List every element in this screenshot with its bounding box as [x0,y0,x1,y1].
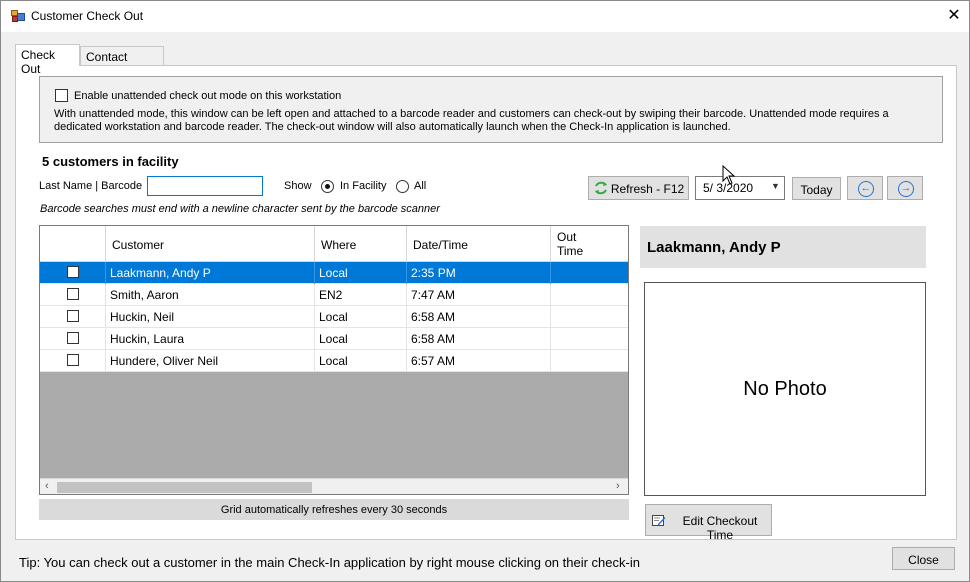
header-where[interactable]: Where [315,226,407,262]
header-datetime[interactable]: Date/Time [407,226,551,262]
date-picker[interactable]: 5/ 3/2020 ▼ [695,176,785,200]
row-checkbox[interactable] [67,266,79,278]
cell-datetime: 6:58 AM [407,306,551,328]
table-row[interactable]: Laakmann, Andy P Local 2:35 PM [40,262,628,284]
cell-datetime: 6:58 AM [407,328,551,350]
row-checkbox[interactable] [67,288,79,300]
row-checkbox[interactable] [67,310,79,322]
search-label: Last Name | Barcode [39,180,143,192]
unattended-checkbox[interactable] [55,89,68,102]
edit-icon [652,515,666,526]
cell-customer: Smith, Aaron [106,284,315,306]
cell-customer: Huckin, Neil [106,306,315,328]
cell-where: Local [315,262,407,284]
arrow-right-icon: → [898,181,914,197]
row-checkbox[interactable] [67,332,79,344]
customer-grid[interactable]: Customer Where Date/Time Out Time Laakma… [39,225,629,495]
close-button[interactable]: Close [892,547,955,570]
tab-contact-tracing[interactable]: Contact Tracing [80,46,164,78]
cell-where: Local [315,350,407,372]
cell-out-time [551,350,628,372]
close-icon[interactable]: ✕ [939,3,969,29]
scroll-left-icon[interactable]: ‹ [45,480,49,492]
cell-where: Local [315,328,407,350]
cell-customer: Hundere, Oliver Neil [106,350,315,372]
horizontal-scrollbar[interactable]: ‹ › [40,478,628,494]
tip-text: Tip: You can check out a customer in the… [19,555,640,570]
table-row[interactable]: Huckin, Neil Local 6:58 AM [40,306,628,328]
refresh-label: Refresh - F12 [610,182,685,196]
scrollbar-thumb[interactable] [57,482,312,493]
customer-checkout-window: Customer Check Out ✕ Check Out Contact T… [0,0,970,582]
cell-where: EN2 [315,284,407,306]
header-out-time[interactable]: Out Time [551,226,628,262]
cell-datetime: 6:57 AM [407,350,551,372]
no-photo-text: No Photo [743,378,827,400]
unattended-label: Enable unattended check out mode on this… [74,90,342,102]
header-customer[interactable]: Customer [106,226,315,262]
cell-out-time [551,284,628,306]
customer-photo: No Photo [644,282,926,496]
mouse-cursor-icon [722,165,736,185]
unattended-description: With unattended mode, this window can be… [54,108,889,133]
table-row[interactable]: Smith, Aaron EN2 7:47 AM [40,284,628,306]
title-bar: Customer Check Out ✕ [1,1,969,32]
customer-count-title: 5 customers in facility [42,154,179,169]
cell-out-time [551,328,628,350]
cell-out-time [551,262,628,284]
barcode-hint: Barcode searches must end with a newline… [40,203,440,215]
cell-where: Local [315,306,407,328]
today-button[interactable]: Today [792,177,841,200]
edit-checkout-time-button[interactable]: Edit Checkout Time [645,504,772,542]
next-day-button[interactable]: → [887,176,923,200]
cell-datetime: 7:47 AM [407,284,551,306]
app-icon [11,10,25,22]
cell-datetime: 2:35 PM [407,262,551,284]
search-input[interactable] [147,176,263,196]
tab-check-out[interactable]: Check Out [15,44,80,76]
radio-in-facility-label: In Facility [340,180,387,192]
row-checkbox[interactable] [67,354,79,366]
radio-all[interactable] [396,180,409,193]
table-row[interactable]: Huckin, Laura Local 6:58 AM [40,328,628,350]
header-select[interactable] [40,226,106,262]
radio-in-facility[interactable] [321,180,334,193]
grid-header: Customer Where Date/Time Out Time [40,226,628,262]
chevron-down-icon: ▼ [771,181,780,191]
refresh-icon [595,181,607,195]
arrow-left-icon: ← [858,181,874,197]
previous-day-button[interactable]: ← [847,176,883,200]
scroll-right-icon[interactable]: › [616,480,620,492]
radio-all-label: All [414,180,427,192]
cell-customer: Laakmann, Andy P [106,262,315,284]
cell-out-time [551,306,628,328]
selected-customer-name: Laakmann, Andy P [640,226,926,268]
refresh-button[interactable]: Refresh - F12 [588,176,689,200]
grid-refresh-note: Grid automatically refreshes every 30 se… [39,499,629,520]
show-label: Show [284,180,312,192]
window-title: Customer Check Out [31,9,144,23]
cell-customer: Huckin, Laura [106,328,315,350]
table-row[interactable]: Hundere, Oliver Neil Local 6:57 AM [40,350,628,372]
